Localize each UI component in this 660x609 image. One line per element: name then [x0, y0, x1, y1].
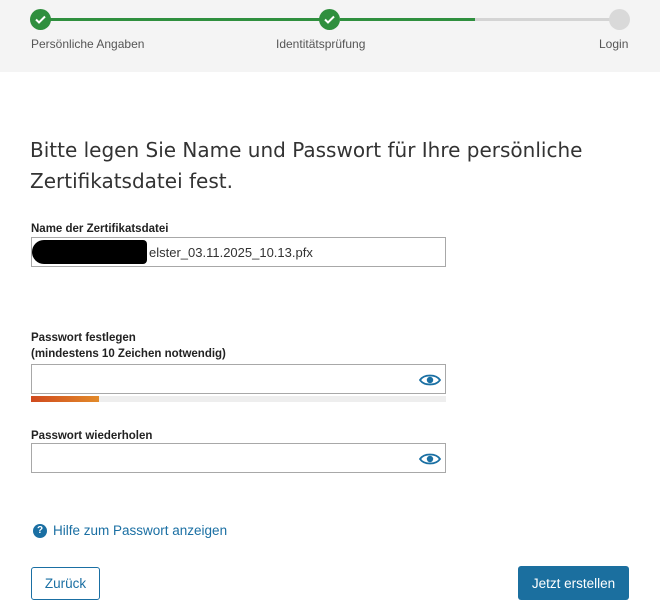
certificate-name-label: Name der Zertifikatsdatei [31, 223, 169, 235]
step-2-check-icon [319, 9, 340, 30]
password-label: Passwort festlegen (mindestens 10 Zeiche… [31, 330, 226, 362]
password-sublabel: (mindestens 10 Zeichen notwendig) [31, 348, 226, 360]
password-input[interactable] [31, 364, 446, 394]
step-connector-2-todo [475, 18, 610, 21]
password-strength-fill [31, 396, 100, 402]
progress-stepper: Persönliche Angaben Identitätsprüfung Lo… [0, 0, 660, 72]
password-repeat-label: Passwort wiederholen [31, 430, 153, 442]
back-button[interactable]: Zurück [31, 567, 100, 600]
password-strength-meter [31, 396, 446, 402]
certificate-name-input[interactable]: elster_03.11.2025_10.13.pfx [31, 237, 446, 267]
eye-icon[interactable] [419, 450, 441, 468]
password-help-label: Hilfe zum Passwort anzeigen [53, 523, 228, 538]
page-heading: Bitte legen Sie Name und Passwort für Ih… [30, 138, 583, 193]
step-label-login: Login [599, 37, 629, 51]
create-button[interactable]: Jetzt erstellen [518, 566, 629, 600]
step-1-check-icon [30, 9, 51, 30]
step-label-identity: Identitätsprüfung [276, 37, 366, 51]
password-label-text: Passwort festlegen [31, 332, 136, 344]
step-connector-2-done [340, 18, 475, 21]
password-help-link[interactable]: ? Hilfe zum Passwort anzeigen [33, 523, 227, 538]
eye-icon[interactable] [419, 371, 441, 389]
redaction-block [32, 240, 147, 264]
question-circle-icon: ? [33, 523, 47, 538]
step-connector-1 [50, 18, 320, 21]
step-3-pending-icon [609, 9, 630, 30]
certificate-name-value: elster_03.11.2025_10.13.pfx [149, 245, 313, 260]
step-label-personal: Persönliche Angaben [31, 37, 145, 51]
password-repeat-input[interactable] [31, 443, 446, 473]
